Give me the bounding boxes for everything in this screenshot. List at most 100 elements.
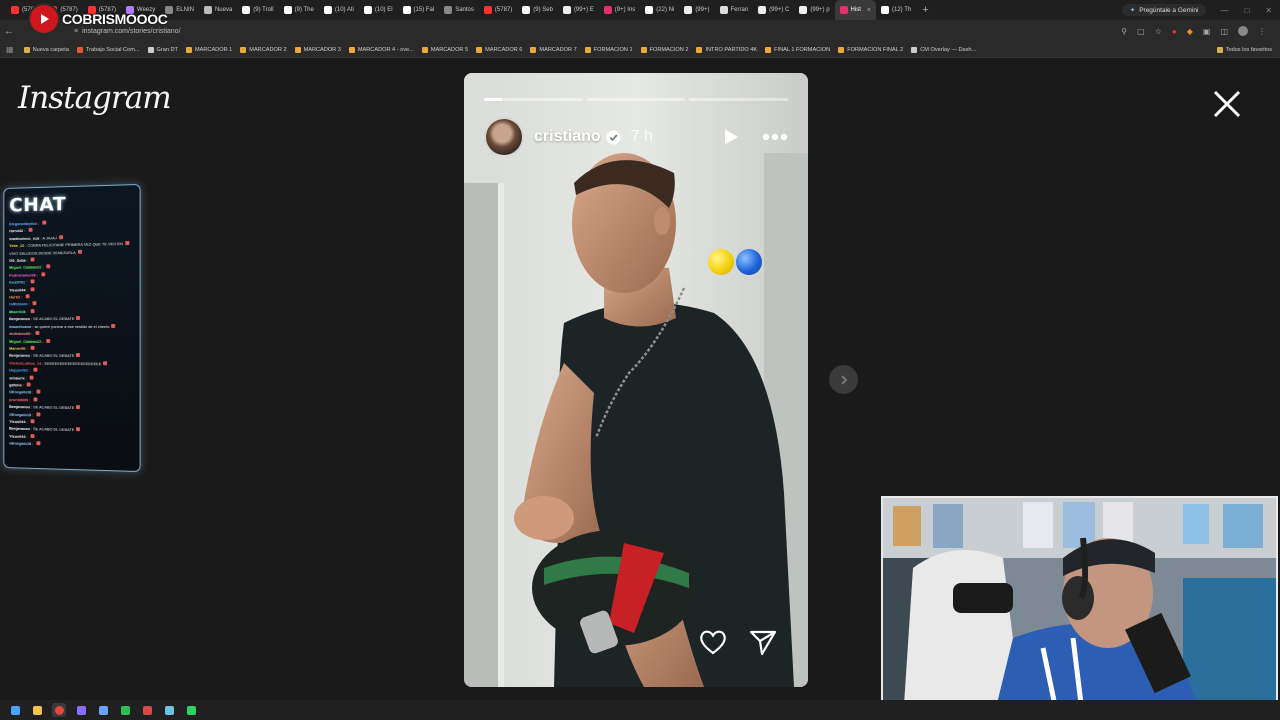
extensions-icon[interactable]: ▣: [1203, 27, 1211, 36]
chat-text: SE ACABO EL DEBATE: [33, 353, 75, 359]
extension-orange-icon[interactable]: ◆: [1187, 27, 1193, 36]
chat-emote-icon: [124, 241, 130, 246]
chat-emote-icon: [30, 309, 35, 314]
tab-favicon-icon: [758, 6, 767, 14]
close-icon[interactable]: [1212, 89, 1242, 119]
profile-avatar[interactable]: [1238, 26, 1248, 36]
browser-tab[interactable]: (99+): [679, 0, 714, 20]
tab-favicon-icon: [203, 6, 212, 14]
bookmark-item[interactable]: FORMACION 2: [637, 46, 693, 53]
browser-tab[interactable]: (22) Ni: [640, 0, 679, 20]
next-story-button[interactable]: [829, 365, 858, 394]
xbox-icon[interactable]: [118, 703, 132, 717]
browser-tab[interactable]: Santos: [439, 0, 479, 20]
cast-icon[interactable]: ▢: [1137, 27, 1145, 36]
sidebar-icon[interactable]: ◫: [1220, 27, 1228, 36]
bookmark-item[interactable]: Gran DT: [144, 46, 182, 53]
tab-label: ELNIN: [176, 7, 194, 13]
chat-emote-icon: [25, 294, 30, 299]
file-explorer-icon[interactable]: [30, 703, 44, 717]
chat-emote-icon: [103, 360, 108, 365]
browser-tab[interactable]: (9) Seb: [517, 0, 558, 20]
browser-tab[interactable]: (9+) Ins: [599, 0, 641, 20]
chat-username: Benjaranoo: [9, 316, 30, 322]
browser-tab[interactable]: Ferran: [715, 0, 754, 20]
chat-emote-icon: [30, 345, 35, 350]
chat-username: Miguel_Catalan22: [9, 338, 42, 344]
app-icon[interactable]: [162, 703, 176, 717]
browser-tab[interactable]: Nueva: [199, 0, 237, 20]
menu-kebab-icon[interactable]: ⋮: [1258, 27, 1266, 36]
chat-text: VIVO SALUDOS DESDE VENEZUELA: [9, 249, 76, 256]
bookmark-item[interactable]: MARCADOR 6: [472, 46, 526, 53]
bookmark-item[interactable]: MARCADOR 2: [236, 46, 290, 53]
bookmark-label: CM Overlay — Dash...: [920, 46, 977, 53]
story-username[interactable]: cristiano: [534, 128, 601, 146]
apps-grid-icon[interactable]: ▦: [6, 45, 20, 54]
back-arrow-icon[interactable]: ←: [0, 26, 18, 37]
bookmark-item[interactable]: FORMACION FINAL 2: [834, 46, 907, 53]
maximize-icon[interactable]: □: [1236, 6, 1257, 15]
all-bookmarks-button[interactable]: Todos los favoritos: [1213, 46, 1280, 53]
bookmark-item[interactable]: MARCADOR 1: [182, 46, 236, 53]
close-window-icon[interactable]: ✕: [1257, 6, 1280, 15]
browser-app-icon[interactable]: [96, 703, 110, 717]
browser-tab[interactable]: (5787): [479, 0, 517, 20]
bookmark-item[interactable]: MARCADOR 5: [418, 46, 472, 53]
bookmark-item[interactable]: FORMACION 1: [581, 46, 637, 53]
browser-tab[interactable]: (12) Th: [876, 0, 916, 20]
bookmark-item[interactable]: MARCADOR 4 - ove...: [345, 46, 418, 53]
chat-username: Hoppert92: [9, 367, 28, 373]
chat-username: Manne90: [9, 345, 26, 351]
chat-username: Benjaranoo: [9, 426, 30, 432]
bookmark-item[interactable]: Nueva carpeta: [20, 46, 73, 53]
browser-tab[interactable]: (10) El: [359, 0, 398, 20]
bookmark-item[interactable]: MARCADOR 3: [291, 46, 345, 53]
bookmark-item[interactable]: MARCADOR 7: [526, 46, 580, 53]
story-card[interactable]: cristiano 7 h: [464, 73, 808, 687]
heart-icon[interactable]: [698, 627, 728, 657]
play-icon[interactable]: [722, 128, 740, 146]
yellow-circle-icon: [708, 249, 734, 275]
progress-segment: [689, 98, 789, 101]
chat-text: SE ACABO EL DEBATE: [33, 316, 75, 322]
chat-emote-icon: [30, 279, 35, 284]
bookmark-star-icon[interactable]: ☆: [1155, 27, 1162, 36]
send-icon[interactable]: [748, 627, 778, 657]
chat-username: Yisus044: [9, 433, 26, 439]
bookmark-item[interactable]: Trabajo Social Com...: [73, 46, 144, 53]
chat-app-icon[interactable]: [184, 703, 198, 717]
app-grid-icon[interactable]: [74, 703, 88, 717]
browser-tab[interactable]: (9) The: [279, 0, 319, 20]
browser-tab[interactable]: (99+) p: [794, 0, 834, 20]
browser-tab[interactable]: (99+) C: [753, 0, 794, 20]
browser-tab[interactable]: (99+) E: [558, 0, 599, 20]
instagram-logo[interactable]: Instagram: [18, 80, 172, 116]
more-options-icon[interactable]: [762, 133, 788, 141]
bookmark-item[interactable]: INTRO PARTIDO 4K: [692, 46, 761, 53]
windows-start-icon[interactable]: [8, 703, 22, 717]
zoom-icon[interactable]: ⚲: [1121, 27, 1127, 36]
chat-separator: :: [36, 220, 41, 226]
gemini-label: Pregúntale a Gemini: [1139, 6, 1199, 14]
bookmark-item[interactable]: FINAL 1 FORMACION: [761, 46, 834, 53]
browser-tab[interactable]: (9) Troll: [237, 0, 278, 20]
extension-red-icon[interactable]: ●: [1172, 27, 1177, 36]
tab-label: (99+): [695, 7, 710, 13]
browser-tab[interactable]: (10) Ati: [319, 0, 359, 20]
chat-username: Miaer028: [9, 309, 26, 315]
tab-close-icon[interactable]: ×: [867, 7, 871, 14]
chat-username: sebaurlx: [9, 374, 25, 381]
chrome-icon[interactable]: [52, 703, 66, 717]
browser-tab[interactable]: (15) Fal: [398, 0, 440, 20]
chat-username: Yisus044: [9, 287, 26, 293]
tab-favicon-icon: [444, 6, 453, 14]
chat-emote-icon: [76, 316, 81, 321]
avatar[interactable]: [484, 117, 524, 157]
browser-tab[interactable]: Hist ×: [834, 0, 876, 20]
bookmark-item[interactable]: CM Overlay — Dash...: [907, 46, 980, 53]
ask-gemini-button[interactable]: ✦ Pregúntale a Gemini: [1121, 4, 1207, 16]
minimize-icon[interactable]: —: [1212, 6, 1236, 15]
obs-icon[interactable]: [140, 703, 154, 717]
new-tab-button[interactable]: +: [916, 4, 934, 16]
